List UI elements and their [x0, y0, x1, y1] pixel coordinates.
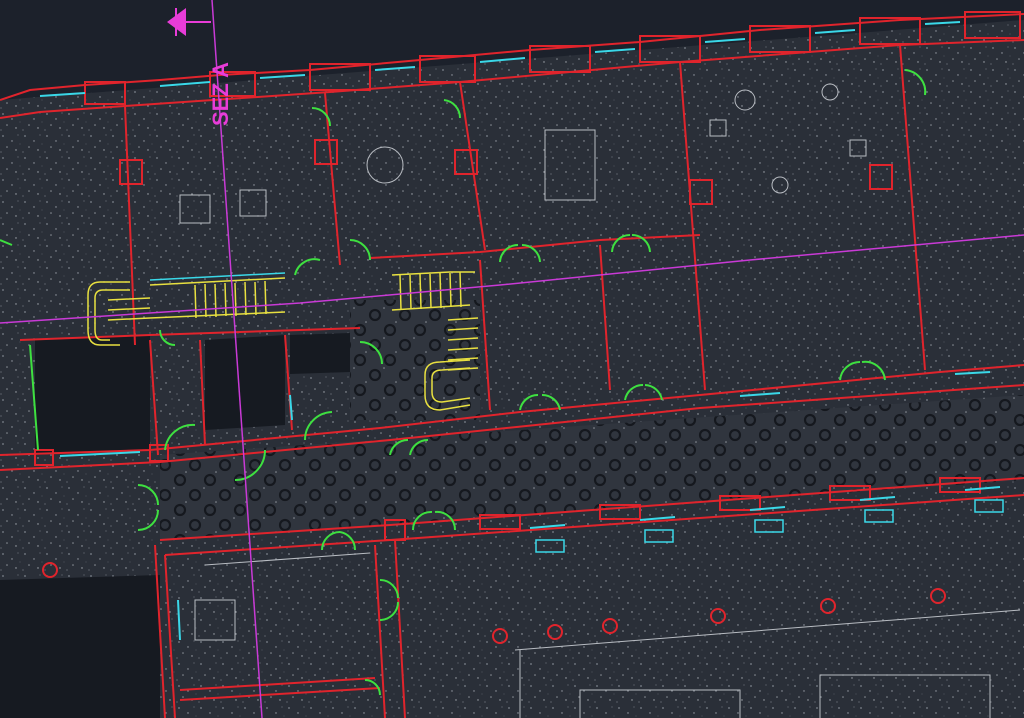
- section-arrow-icon: [167, 8, 211, 36]
- cad-drawing-viewport[interactable]: SEZ A: [0, 0, 1024, 718]
- section-label-text: SEZ A: [208, 62, 233, 126]
- floor-plan-canvas[interactable]: [0, 0, 1024, 718]
- point-cloud-layer: [0, 20, 1024, 718]
- dark-room: [35, 335, 150, 455]
- section-label: SEZ A: [208, 62, 238, 132]
